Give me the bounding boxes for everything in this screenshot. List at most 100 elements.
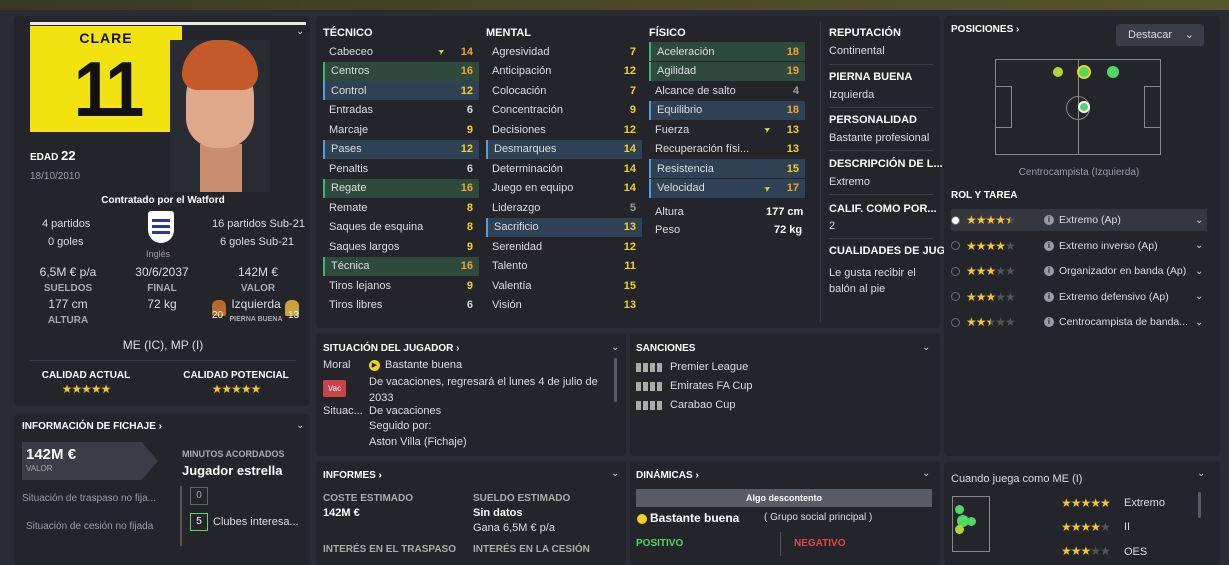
chevron-down-icon[interactable]: ⌄: [1197, 468, 1221, 479]
attr-row[interactable]: Fuerza ➤ 13: [649, 120, 805, 139]
situation-detail: De vacaciones, regresará el lunes 4 de j…: [369, 376, 598, 404]
highlight-dropdown[interactable]: Destacar ⌄: [1116, 24, 1204, 46]
info-icon[interactable]: i: [1044, 317, 1054, 327]
attr-name: Fuerza: [655, 123, 690, 136]
radio-icon[interactable]: [951, 317, 960, 327]
role-row[interactable]: ★★★★★ i Extremo inverso (Ap) ⌄: [951, 235, 1207, 257]
chevron-down-icon[interactable]: ⌄: [1195, 317, 1207, 328]
phys-height-label: Altura: [655, 206, 684, 218]
radio-icon[interactable]: [951, 215, 960, 225]
attr-value: 9: [629, 104, 636, 116]
attr-row[interactable]: Visión 13: [486, 296, 642, 315]
attr-row[interactable]: Regate 16: [323, 178, 479, 198]
attr-name: Penaltis: [329, 162, 369, 175]
attr-row[interactable]: Centros 16: [323, 61, 479, 81]
attr-value: 9: [466, 123, 473, 136]
radio-icon[interactable]: [951, 292, 960, 301]
role-row[interactable]: ★★★★★ i Organizador en banda (Ap) ⌄: [951, 260, 1207, 282]
attr-name: Recuperación físi...: [655, 143, 750, 155]
attr-name: Sacrificio: [494, 221, 539, 233]
physical-header: FÍSICO: [649, 27, 686, 39]
competition-name: Carabao Cup: [670, 399, 736, 411]
attr-row[interactable]: Agilidad 19: [649, 61, 805, 81]
attr-row[interactable]: Valentía 15: [486, 276, 642, 295]
attr-row[interactable]: Liderazgo 5: [486, 198, 642, 217]
attr-row[interactable]: Equilibrio 18: [649, 100, 805, 120]
top-bar: [0, 0, 1229, 10]
wage: 6,5M € p/a: [39, 265, 97, 279]
attr-row[interactable]: Aceleración 18: [649, 42, 805, 61]
role-row[interactable]: ★★★★★ i Extremo defensivo (Ap) ⌄: [951, 286, 1207, 308]
attr-row[interactable]: Juego en equipo 14: [486, 179, 642, 198]
positions-text: ME (IC), MP (I): [122, 338, 204, 352]
info-icon[interactable]: i: [1044, 215, 1054, 225]
info-icon[interactable]: i: [1044, 240, 1054, 251]
attr-row[interactable]: Decisiones 12: [486, 120, 642, 139]
attr-value: 7: [629, 45, 636, 58]
attr-row[interactable]: Alcance de salto 4: [649, 81, 805, 100]
info-icon[interactable]: i: [1044, 291, 1054, 302]
attr-row[interactable]: Resistencia 15: [649, 159, 805, 178]
attr-row[interactable]: Control 12: [323, 81, 479, 100]
attr-row[interactable]: Tiros lejanos 9: [323, 276, 479, 295]
attr-row[interactable]: Penaltis 6: [323, 159, 479, 178]
interested-clubs[interactable]: Clubes interesa...: [213, 516, 299, 528]
scrollbar[interactable]: [1198, 492, 1201, 518]
attr-row[interactable]: Técnica 16: [323, 256, 479, 276]
attr-row[interactable]: Marcaje 9: [323, 120, 479, 139]
attr-row[interactable]: Velocidad ➤ 17: [649, 178, 805, 198]
attr-row[interactable]: Determinación 14: [486, 159, 642, 178]
attr-row[interactable]: Talento 11: [486, 257, 642, 276]
situation-title[interactable]: SITUACIÓN DEL JUGADOR ›: [323, 343, 460, 354]
attr-value: 15: [786, 162, 799, 175]
attr-row[interactable]: Anticipación 12: [486, 62, 642, 81]
attr-row[interactable]: Colocación 7: [486, 81, 642, 100]
followed-club[interactable]: Aston Villa (Fichaje): [369, 436, 467, 448]
attr-row[interactable]: Concentración 9: [486, 101, 642, 120]
radio-icon[interactable]: [951, 241, 960, 250]
attr-row[interactable]: Remate 8: [323, 198, 479, 217]
u21-goals: 6 goles Sub-21: [220, 236, 294, 248]
attr-name: Entradas: [329, 104, 374, 116]
attr-name: Talento: [492, 260, 528, 272]
attr-row[interactable]: Saques largos 9: [323, 237, 479, 256]
attr-row[interactable]: Sacrificio 13: [486, 217, 642, 237]
chevron-down-icon[interactable]: ⌄: [1195, 240, 1207, 251]
value: 142M €: [237, 265, 279, 279]
attr-value: 19: [786, 65, 799, 77]
chevron-down-icon[interactable]: ⌄: [1195, 266, 1207, 277]
attr-row[interactable]: Cabeceo ➤ 14: [323, 42, 479, 61]
attr-value: 18: [786, 104, 799, 116]
chevron-down-icon[interactable]: ⌄: [1195, 215, 1207, 226]
contract-label: FINAL: [147, 283, 177, 294]
happiness-bar: Algo descontento: [636, 489, 932, 507]
attr-value: 14: [623, 143, 636, 155]
attr-row[interactable]: Agresividad 7: [486, 42, 642, 61]
attr-value: 12: [623, 123, 636, 136]
chevron-down-icon[interactable]: ⌄: [1195, 291, 1207, 302]
attr-row[interactable]: Recuperación físi... 13: [649, 140, 805, 159]
attr-row[interactable]: Saques de esquina 8: [323, 218, 479, 237]
attr-row[interactable]: Desmarques 14: [486, 139, 642, 159]
attr-row[interactable]: Serenidad 12: [486, 237, 642, 256]
sanction-bar: [636, 400, 662, 410]
attr-row[interactable]: Tiros libres 6: [323, 296, 479, 315]
attr-value: 14: [623, 162, 636, 175]
player-portrait: [170, 40, 270, 192]
scrollbar[interactable]: [614, 358, 617, 402]
dynamics-title[interactable]: DINÁMICAS ›: [636, 470, 699, 481]
info-icon[interactable]: i: [1044, 266, 1054, 276]
radio-icon[interactable]: [951, 266, 960, 276]
reports-title[interactable]: INFORMES ›: [323, 470, 382, 481]
position-dot: [1077, 65, 1091, 79]
role-row[interactable]: ★★★★★ i Extremo (Ap) ⌄: [951, 209, 1207, 231]
count-zero: 0: [190, 487, 208, 505]
shirt-number: CLARE 11: [30, 26, 182, 133]
sanction-bar: [636, 381, 662, 391]
attr-row[interactable]: Entradas 6: [323, 101, 479, 120]
transfer-title-text: INFORMACIÓN DE FICHAJE: [22, 421, 156, 432]
role-row[interactable]: ★★★★★ i Centrocampista de banda... ⌄: [951, 311, 1207, 333]
positions-title[interactable]: POSICIONES ›: [951, 24, 1019, 35]
attr-row[interactable]: Pases 12: [323, 139, 479, 159]
transfer-title[interactable]: INFORMACIÓN DE FICHAJE ›: [22, 421, 162, 432]
